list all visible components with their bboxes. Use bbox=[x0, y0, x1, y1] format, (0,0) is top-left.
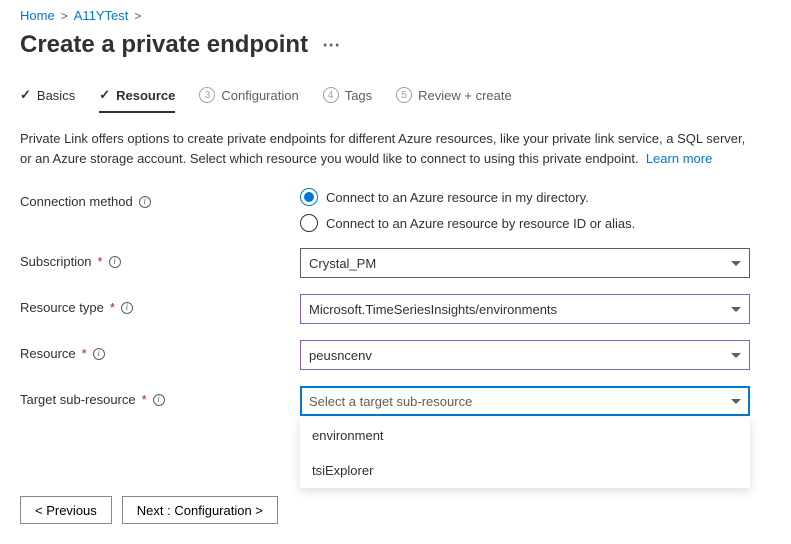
info-icon[interactable]: i bbox=[93, 348, 105, 360]
chevron-down-icon bbox=[731, 261, 741, 266]
required-icon: * bbox=[82, 346, 87, 361]
label-resource-type-text: Resource type bbox=[20, 300, 104, 315]
step-number-icon: 3 bbox=[199, 87, 215, 103]
chevron-right-icon: > bbox=[134, 9, 141, 23]
next-button[interactable]: Next : Configuration > bbox=[122, 496, 278, 524]
page-title-text: Create a private endpoint bbox=[20, 31, 308, 59]
radio-connect-directory[interactable]: Connect to an Azure resource in my direc… bbox=[300, 188, 750, 206]
chevron-down-icon bbox=[731, 399, 741, 404]
more-icon[interactable]: ⋯ bbox=[322, 35, 341, 56]
breadcrumb-home[interactable]: Home bbox=[20, 8, 55, 23]
breadcrumb-a11ytest[interactable]: A11YTest bbox=[74, 8, 129, 23]
check-icon: ✓ bbox=[99, 87, 110, 103]
subscription-value: Crystal_PM bbox=[309, 256, 376, 271]
radio-icon-unselected bbox=[300, 214, 318, 232]
tab-resource-label: Resource bbox=[116, 88, 175, 103]
tab-tags[interactable]: 4 Tags bbox=[323, 87, 372, 113]
tab-basics[interactable]: ✓ Basics bbox=[20, 87, 75, 113]
chevron-down-icon bbox=[731, 353, 741, 358]
tab-resource[interactable]: ✓ Resource bbox=[99, 87, 175, 113]
page-title: Create a private endpoint ⋯ bbox=[20, 31, 771, 59]
label-connection-method-text: Connection method bbox=[20, 194, 133, 209]
tab-basics-label: Basics bbox=[37, 88, 75, 103]
previous-button[interactable]: < Previous bbox=[20, 496, 112, 524]
description-body: Private Link offers options to create pr… bbox=[20, 131, 745, 166]
label-connection-method: Connection method i bbox=[20, 188, 300, 209]
label-subscription: Subscription * i bbox=[20, 248, 300, 269]
radio-connect-directory-label: Connect to an Azure resource in my direc… bbox=[326, 190, 589, 205]
info-icon[interactable]: i bbox=[139, 196, 151, 208]
resource-select[interactable]: peusncenv bbox=[300, 340, 750, 370]
target-sub-resource-placeholder: Select a target sub-resource bbox=[309, 394, 472, 409]
tab-configuration-label: Configuration bbox=[221, 88, 298, 103]
description-text: Private Link offers options to create pr… bbox=[20, 129, 760, 168]
radio-connect-resourceid-label: Connect to an Azure resource by resource… bbox=[326, 216, 635, 231]
dropdown-item-environment[interactable]: environment bbox=[300, 418, 750, 453]
tab-tags-label: Tags bbox=[345, 88, 372, 103]
resource-type-select[interactable]: Microsoft.TimeSeriesInsights/environment… bbox=[300, 294, 750, 324]
check-icon: ✓ bbox=[20, 87, 31, 103]
tab-review-create[interactable]: 5 Review + create bbox=[396, 87, 512, 113]
label-resource-text: Resource bbox=[20, 346, 76, 361]
target-sub-resource-dropdown: environment tsiExplorer bbox=[300, 418, 750, 488]
info-icon[interactable]: i bbox=[121, 302, 133, 314]
label-target-sub-resource-text: Target sub-resource bbox=[20, 392, 136, 407]
connection-method-radiogroup: Connect to an Azure resource in my direc… bbox=[300, 188, 750, 232]
chevron-down-icon bbox=[731, 307, 741, 312]
required-icon: * bbox=[110, 300, 115, 315]
wizard-footer: < Previous Next : Configuration > bbox=[20, 496, 771, 524]
info-icon[interactable]: i bbox=[153, 394, 165, 406]
tab-configuration[interactable]: 3 Configuration bbox=[199, 87, 298, 113]
learn-more-link[interactable]: Learn more bbox=[646, 151, 712, 166]
resource-type-value: Microsoft.TimeSeriesInsights/environment… bbox=[309, 302, 557, 317]
label-resource-type: Resource type * i bbox=[20, 294, 300, 315]
label-target-sub-resource: Target sub-resource * i bbox=[20, 386, 300, 407]
required-icon: * bbox=[98, 254, 103, 269]
resource-value: peusncenv bbox=[309, 348, 372, 363]
label-subscription-text: Subscription bbox=[20, 254, 92, 269]
chevron-right-icon: > bbox=[61, 9, 68, 23]
tab-review-label: Review + create bbox=[418, 88, 512, 103]
target-sub-resource-select[interactable]: Select a target sub-resource bbox=[300, 386, 750, 416]
breadcrumb: Home > A11YTest > bbox=[20, 8, 771, 23]
radio-connect-resourceid[interactable]: Connect to an Azure resource by resource… bbox=[300, 214, 750, 232]
info-icon[interactable]: i bbox=[109, 256, 121, 268]
required-icon: * bbox=[142, 392, 147, 407]
radio-icon-selected bbox=[300, 188, 318, 206]
wizard-tabs: ✓ Basics ✓ Resource 3 Configuration 4 Ta… bbox=[20, 87, 771, 113]
step-number-icon: 4 bbox=[323, 87, 339, 103]
label-resource: Resource * i bbox=[20, 340, 300, 361]
dropdown-item-tsiexplorer[interactable]: tsiExplorer bbox=[300, 453, 750, 488]
subscription-select[interactable]: Crystal_PM bbox=[300, 248, 750, 278]
step-number-icon: 5 bbox=[396, 87, 412, 103]
